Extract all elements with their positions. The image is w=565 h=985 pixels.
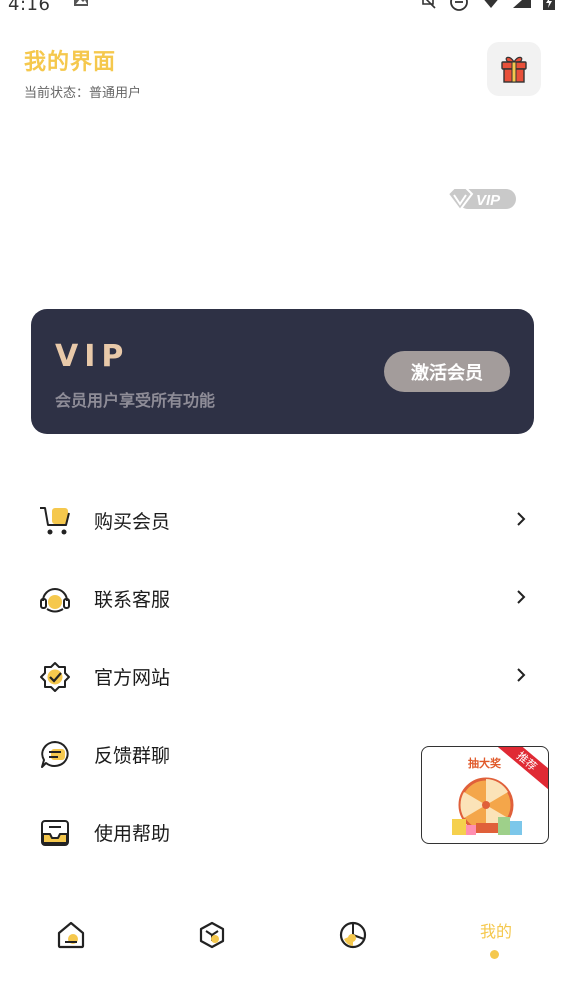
- vip-diamond-badge: VIP: [446, 187, 516, 212]
- status-bar: 4:16: [0, 0, 565, 15]
- chevron-right-icon: [517, 512, 526, 526]
- customer-service-icon: [40, 588, 70, 613]
- battery-icon: [543, 0, 555, 10]
- signal-icon: [513, 0, 531, 8]
- page-title: 我的界面: [24, 50, 117, 75]
- gift-icon: [501, 56, 527, 83]
- home-icon[interactable]: [56, 920, 86, 950]
- cart-icon: [40, 507, 70, 535]
- tab-mine[interactable]: 我的: [476, 918, 516, 942]
- chat-bubble-icon: [41, 741, 69, 768]
- menu-label: 反馈群聊: [94, 745, 171, 767]
- gift-button[interactable]: [487, 42, 541, 96]
- bottom-navigation: 我的: [0, 900, 565, 985]
- verified-badge-icon: [40, 662, 70, 692]
- page-header: 我的界面 当前状态：普通用户: [24, 44, 141, 101]
- status-icons: [419, 0, 555, 12]
- vip-card-title: VIP: [55, 339, 130, 374]
- active-tab-indicator: [490, 950, 499, 959]
- vip-card: VIP 会员用户享受所有功能 激活会员: [31, 309, 534, 434]
- cube-icon[interactable]: [197, 920, 227, 950]
- pie-chart-icon[interactable]: [338, 920, 368, 950]
- bell-off-icon: [422, 0, 436, 9]
- menu-label: 官方网站: [94, 667, 171, 689]
- inbox-icon: [41, 820, 69, 846]
- image-icon: [74, 0, 88, 6]
- activate-membership-button[interactable]: 激活会员: [384, 351, 510, 392]
- menu-label: 联系客服: [94, 589, 171, 611]
- vip-card-subtitle: 会员用户享受所有功能: [55, 391, 216, 410]
- menu-item-contact-support[interactable]: 联系客服: [0, 558, 565, 636]
- chevron-right-icon: [517, 590, 526, 604]
- lucky-draw-promo[interactable]: 抽大奖 推荐: [421, 746, 549, 844]
- wifi-icon: [484, 0, 498, 8]
- user-status-text: 当前状态：普通用户: [24, 86, 142, 101]
- vip-badge-text: VIP: [476, 192, 501, 209]
- dnd-icon: [450, 0, 468, 11]
- menu-label: 购买会员: [94, 511, 171, 533]
- menu-item-official-website[interactable]: 官方网站: [0, 636, 565, 714]
- menu-label: 使用帮助: [94, 823, 171, 845]
- status-time: 4:16: [8, 0, 51, 15]
- prize-wheel-icon: [452, 777, 522, 835]
- chevron-right-icon: [517, 668, 526, 682]
- menu-item-buy-membership[interactable]: 购买会员: [0, 480, 565, 558]
